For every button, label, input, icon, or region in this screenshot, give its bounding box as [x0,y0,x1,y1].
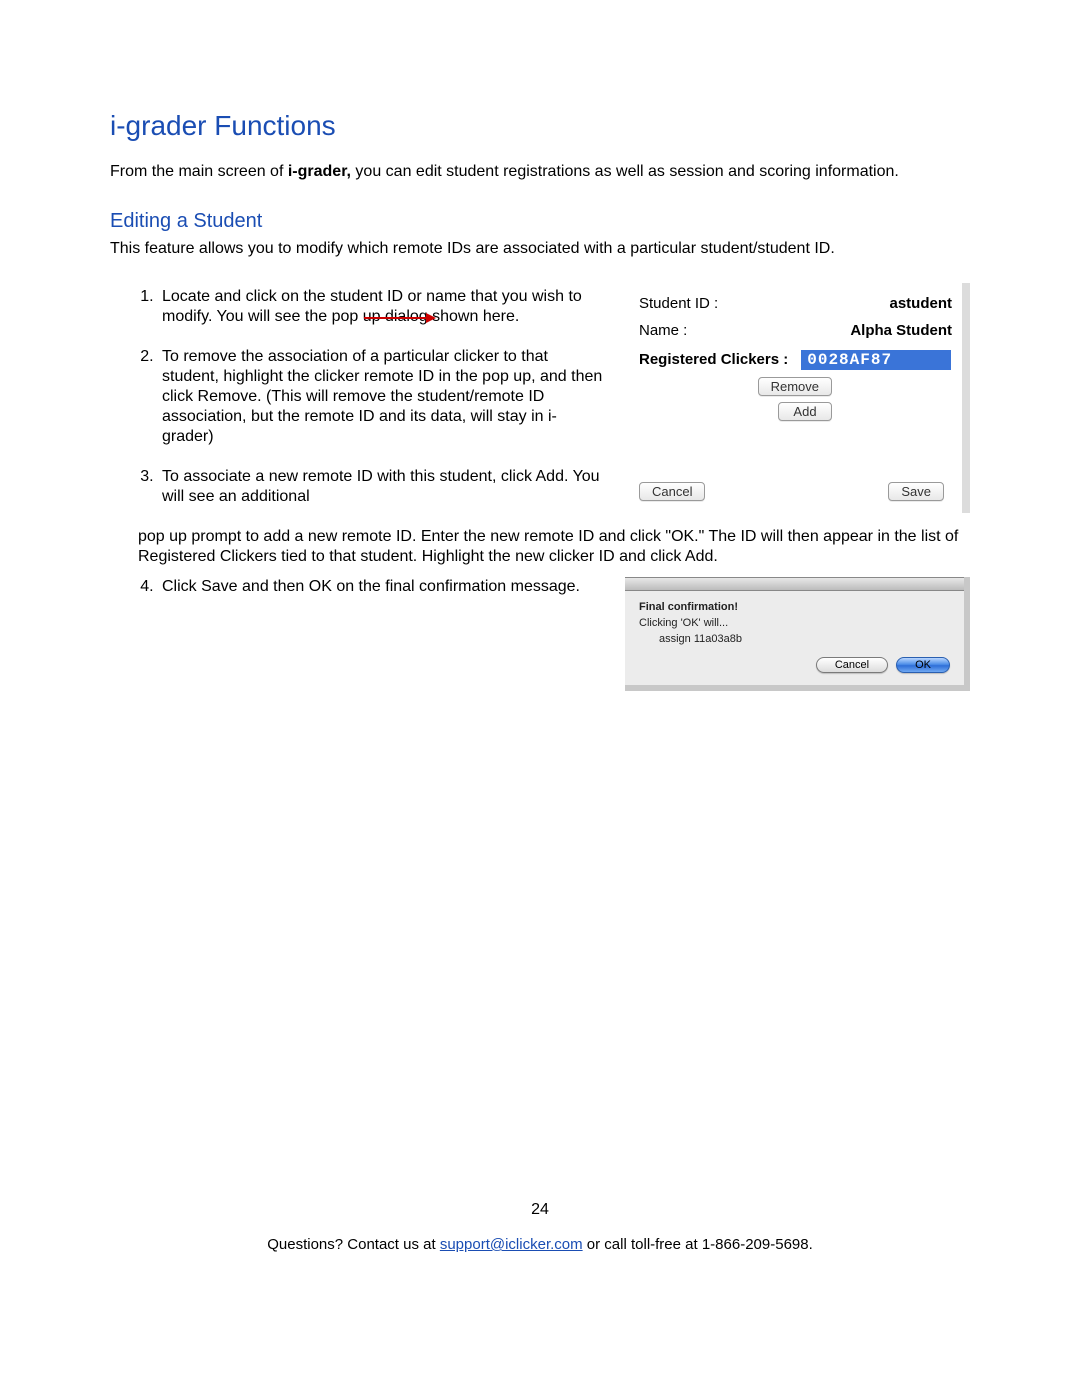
confirm-line: Clicking 'OK' will... [639,617,950,629]
page-heading: i-grader Functions [110,110,970,142]
remove-button[interactable]: Remove [758,377,832,396]
cancel-button[interactable]: Cancel [639,482,705,501]
confirm-title: Final confirmation! [639,601,950,613]
confirm-assign: assign 11a03a8b [659,633,950,645]
student-id-value: astudent [889,295,952,312]
clicker-item-selected[interactable]: 0028AF87 [801,350,951,370]
intro-pre: From the main screen of [110,163,288,180]
footer-contact: Questions? Contact us at support@iclicke… [0,1236,1080,1253]
step-1b: see the pop [275,308,359,325]
step-4: Click Save and then OK on the final conf… [158,577,605,597]
registered-clickers-label: Registered Clickers : [639,349,788,368]
name-label: Name : [639,322,687,339]
footer-mid: or call toll-free at [583,1236,702,1253]
intro-bold: i-grader, [288,163,351,180]
confirmation-dialog: Final confirmation! Clicking 'OK' will..… [625,577,970,691]
dialog-titlebar [625,577,964,591]
clicker-list[interactable]: 0028AF87 [800,349,952,371]
step-2: To remove the association of a particula… [158,347,605,447]
page-number: 24 [0,1201,1080,1219]
step-3a: To associate a new remote ID with this s… [158,467,605,507]
footer-phone: 1-866-209-5698. [702,1236,813,1253]
student-id-label: Student ID : [639,295,718,312]
sub-heading: Editing a Student [110,210,970,233]
sub-intro: This feature allows you to modify which … [110,239,970,259]
footer-pre: Questions? Contact us at [267,1236,440,1253]
intro-post: you can edit student registrations as we… [351,163,899,180]
student-edit-dialog: Student ID : astudent Name : Alpha Stude… [625,283,970,513]
add-button[interactable]: Add [778,402,832,421]
name-value: Alpha Student [850,322,952,339]
arrow-icon [364,317,434,319]
step-1: Locate and click on the student ID or na… [158,287,605,327]
footer-email-link[interactable]: support@iclicker.com [440,1236,583,1253]
step-3b: pop up prompt to add a new remote ID. En… [138,527,970,567]
confirm-cancel-button[interactable]: Cancel [816,657,888,673]
intro-paragraph: From the main screen of i-grader, you ca… [110,162,970,182]
save-button[interactable]: Save [888,482,944,501]
confirm-ok-button[interactable]: OK [896,657,950,673]
